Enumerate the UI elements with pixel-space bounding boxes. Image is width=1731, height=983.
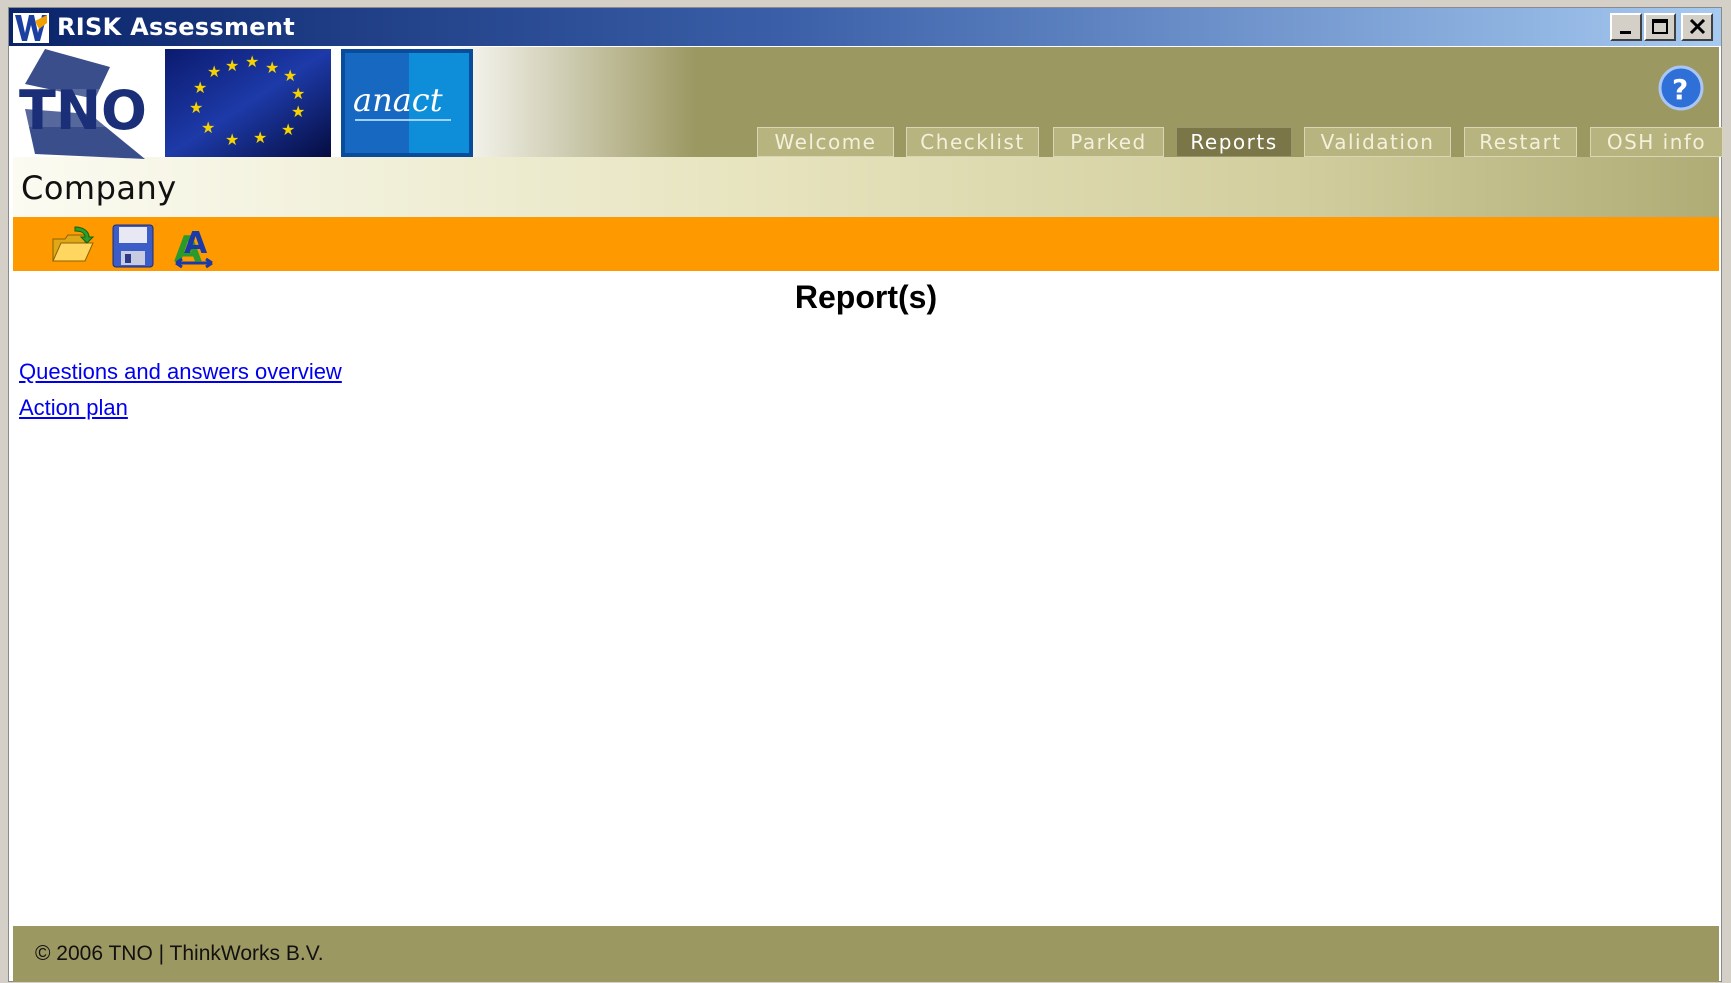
svg-text:★: ★	[253, 128, 267, 147]
svg-text:★: ★	[201, 118, 215, 137]
window-title: RISK Assessment	[57, 13, 295, 41]
tab-osh-info[interactable]: OSH info	[1590, 127, 1723, 157]
minimize-button[interactable]	[1610, 13, 1642, 41]
main-content: Report(s) Questions and answers overview…	[13, 271, 1719, 926]
tno-logo-text: TNO	[19, 79, 147, 142]
language-icon[interactable]: A A	[170, 223, 218, 269]
svg-text:★: ★	[225, 56, 239, 75]
tab-checklist[interactable]: Checklist	[906, 127, 1039, 157]
close-button[interactable]	[1681, 13, 1713, 41]
eu-flag-logo: ★ ★ ★ ★★★ ★★★ ★★★ ★	[165, 49, 331, 157]
svg-text:★: ★	[193, 78, 207, 97]
app-window: RISK Assessment TNO ★ ★ ★ ★ ★ ★ ★ ★ ★ ★ …	[8, 7, 1723, 982]
copyright-text: © 2006 TNO | ThinkWorks B.V.	[35, 942, 324, 965]
svg-text:?: ?	[1672, 73, 1688, 106]
page-title: Report(s)	[794, 279, 938, 315]
company-bar	[13, 157, 1719, 217]
link-questions-answers-overview[interactable]: Questions and answers overview	[19, 359, 342, 385]
tno-logo: TNO	[17, 49, 157, 159]
save-disk-icon[interactable]	[109, 223, 157, 269]
svg-text:A: A	[184, 226, 208, 261]
toolbar: A A	[13, 217, 1719, 271]
svg-text:★: ★	[245, 52, 259, 71]
svg-text:★: ★	[291, 84, 305, 103]
svg-text:★: ★	[189, 98, 203, 117]
company-label: Company	[21, 169, 177, 207]
tab-welcome[interactable]: Welcome	[757, 127, 894, 157]
title-bar[interactable]: RISK Assessment	[9, 8, 1721, 46]
svg-text:★: ★	[265, 58, 279, 77]
link-action-plan[interactable]: Action plan	[19, 395, 128, 421]
help-icon[interactable]: ?	[1657, 65, 1705, 111]
maximize-icon	[1652, 19, 1668, 34]
app-header: TNO ★ ★ ★ ★ ★ ★ ★ ★ ★ ★ ★ ★ ★ anact ? We…	[13, 47, 1723, 217]
svg-text:★: ★	[283, 66, 297, 85]
svg-text:★: ★	[225, 130, 239, 149]
tab-restart[interactable]: Restart	[1464, 127, 1577, 157]
open-folder-icon[interactable]	[49, 223, 97, 269]
tab-validation[interactable]: Validation	[1304, 127, 1451, 157]
close-icon	[1689, 19, 1706, 35]
svg-text:★: ★	[291, 102, 305, 121]
anact-logo-text: anact	[353, 81, 443, 119]
tab-reports[interactable]: Reports	[1176, 127, 1292, 157]
svg-text:★: ★	[281, 120, 295, 139]
thinkworks-logo-icon	[13, 13, 49, 43]
svg-text:★: ★	[207, 62, 221, 81]
maximize-button[interactable]	[1644, 13, 1676, 41]
anact-logo: anact	[341, 49, 473, 157]
minimize-icon	[1620, 31, 1631, 34]
tab-parked[interactable]: Parked	[1053, 127, 1164, 157]
footer: © 2006 TNO | ThinkWorks B.V.	[13, 926, 1719, 982]
